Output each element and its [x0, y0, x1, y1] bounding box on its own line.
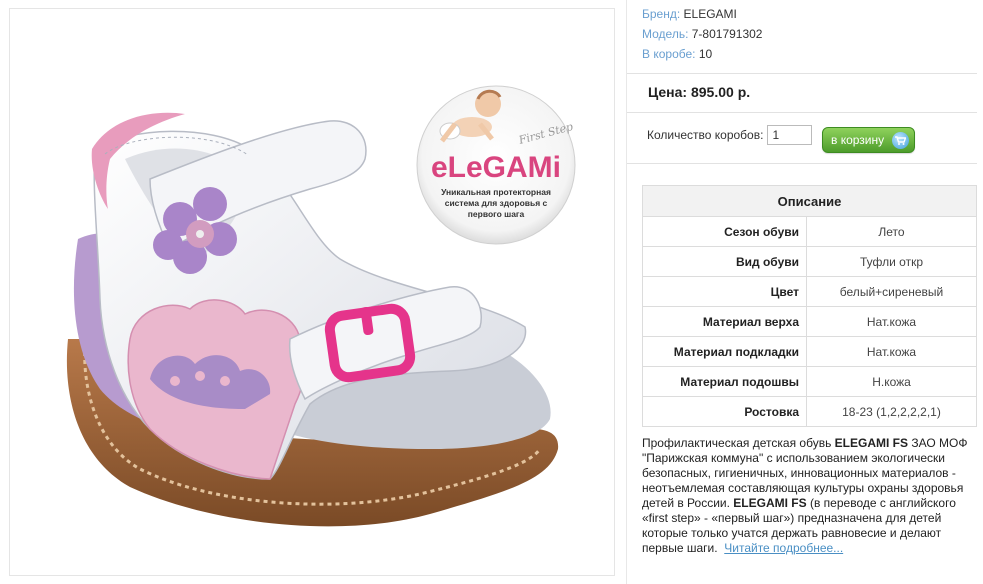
table-row: Ростовка 18-23 (1,2,2,2,2,1) — [642, 396, 977, 427]
quantity-row: Количество коробов: — [647, 125, 813, 145]
spec-key: Материал подошвы — [642, 366, 807, 397]
separator-price — [627, 112, 977, 113]
table-row: Цвет белый+сиреневый — [642, 276, 977, 307]
brand-value: ELEGAMI — [683, 7, 737, 21]
brand-row: Бренд: ELEGAMI — [642, 4, 762, 24]
elegami-logo-badge: First Step eLeGAMi Уникальная протекторн… — [416, 85, 576, 245]
logo-caption-line-2: система для здоровья с — [445, 198, 548, 208]
spec-key: Материал верха — [642, 306, 807, 337]
spec-key: Вид обуви — [642, 246, 807, 277]
spec-key: Сезон обуви — [642, 216, 807, 247]
spec-value: Н.кожа — [806, 366, 977, 397]
box-label: В коробе: — [642, 47, 696, 61]
price-text: Цена: 895.00 р. — [648, 84, 751, 100]
table-row: Вид обуви Туфли откр — [642, 246, 977, 277]
logo-caption-line-1: Уникальная протекторная — [441, 187, 551, 197]
table-row: Материал подкладки Нат.кожа — [642, 336, 977, 367]
blurb-text-1: Профилактическая детская обувь — [642, 436, 835, 450]
separator-cart — [627, 163, 977, 164]
product-image-frame[interactable]: First Step eLeGAMi Уникальная протекторн… — [9, 8, 615, 576]
spec-value: Нат.кожа — [806, 306, 977, 337]
spec-key: Материал подкладки — [642, 336, 807, 367]
logo-caption-line-3: первого шага — [468, 209, 525, 219]
blurb-brand-2: ELEGAMI FS — [733, 496, 807, 510]
spec-value: Нат.кожа — [806, 336, 977, 367]
box-row: В коробе: 10 — [642, 44, 762, 64]
product-meta: Бренд: ELEGAMI Модель: 7-801791302 В кор… — [642, 4, 762, 64]
logo-brand-text: eLeGAMi — [431, 151, 561, 184]
quantity-label: Количество коробов: — [647, 128, 764, 142]
spec-value: Туфли откр — [806, 246, 977, 277]
table-row: Материал подошвы Н.кожа — [642, 366, 977, 397]
product-image-sandal: First Step eLeGAMi Уникальная протекторн… — [66, 85, 576, 527]
model-label: Модель: — [642, 27, 689, 41]
read-more-link[interactable]: Читайте подробнее... — [724, 541, 843, 555]
spec-value: белый+сиреневый — [806, 276, 977, 307]
add-to-cart-label: в корзину — [831, 133, 885, 147]
table-row: Сезон обуви Лето — [642, 216, 977, 247]
quantity-input[interactable] — [767, 125, 813, 145]
description-table: Описание Сезон обуви Лето Вид обуви Туфл… — [642, 185, 977, 427]
spec-value: 18-23 (1,2,2,2,2,1) — [806, 396, 977, 427]
spec-value: Лето — [806, 216, 977, 247]
box-value: 10 — [698, 47, 713, 61]
brand-label: Бренд: — [642, 7, 681, 21]
model-value: 7-801791302 — [691, 27, 763, 41]
spec-key: Цвет — [642, 276, 807, 307]
description-heading: Описание — [642, 185, 977, 217]
blurb-brand-1: ELEGAMI FS — [834, 436, 908, 450]
cart-icon — [892, 132, 909, 149]
add-to-cart-button[interactable]: в корзину — [822, 127, 915, 153]
spec-key: Ростовка — [642, 396, 807, 427]
model-row: Модель: 7-801791302 — [642, 24, 762, 44]
column-divider — [626, 0, 627, 584]
separator-meta — [627, 73, 977, 74]
product-description-text: Профилактическая детская обувь ELEGAMI F… — [642, 436, 977, 556]
table-row: Материал верха Нат.кожа — [642, 306, 977, 337]
